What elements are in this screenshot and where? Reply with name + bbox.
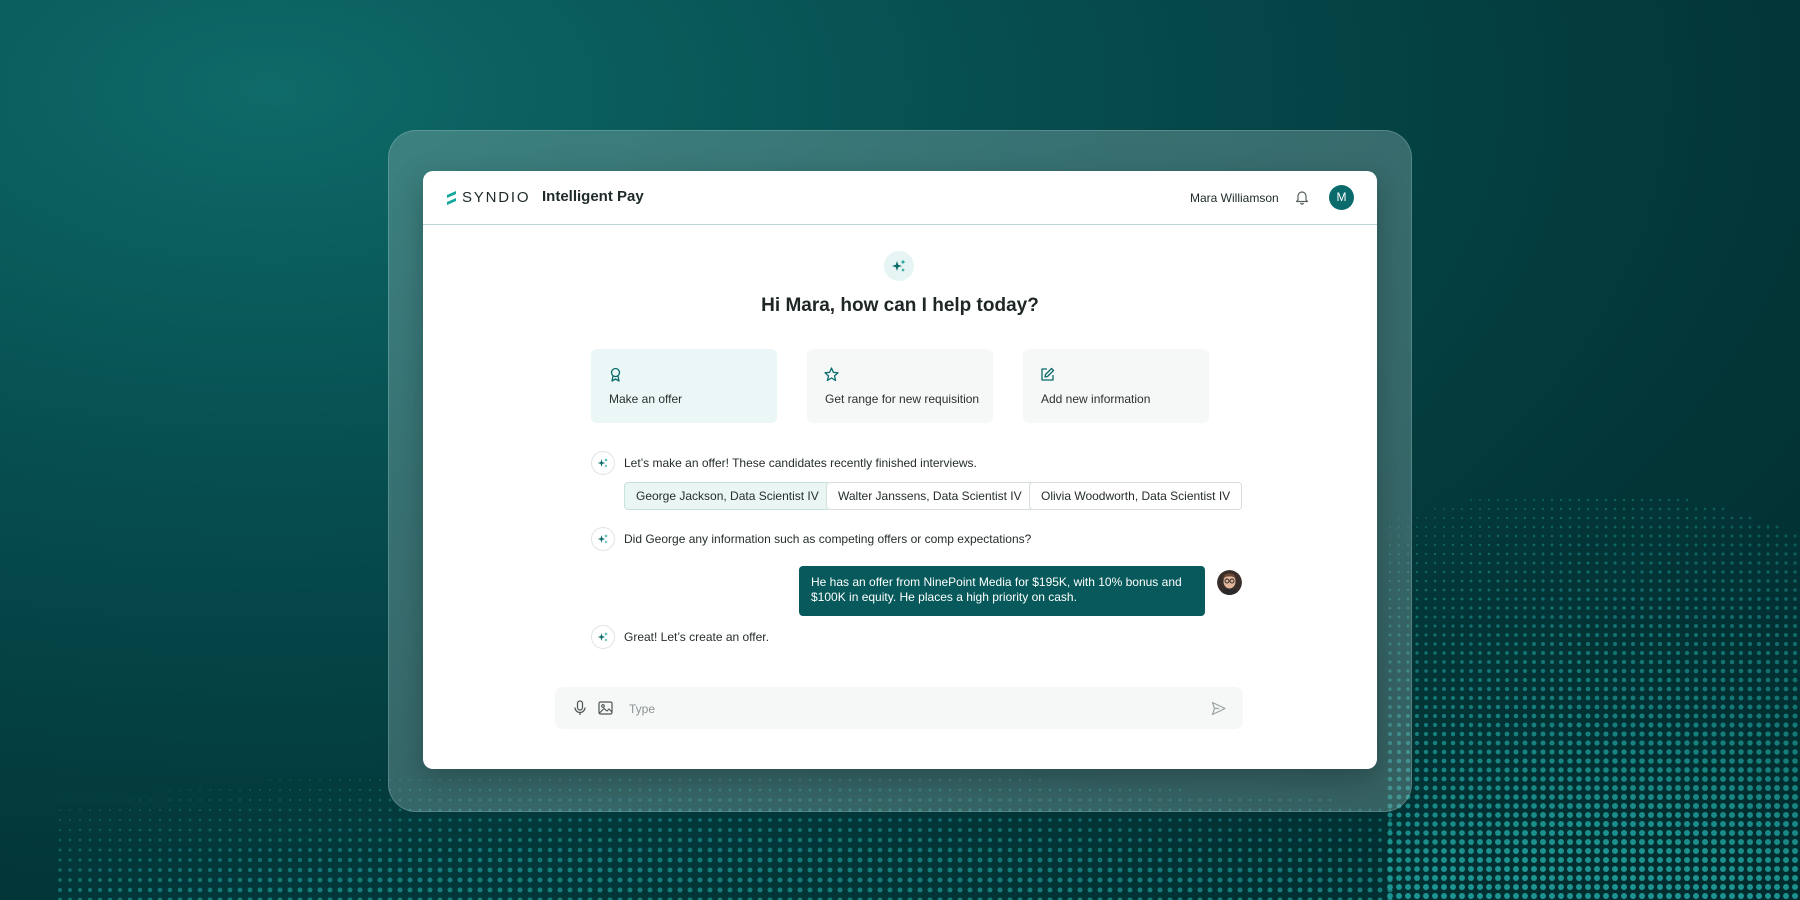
top-bar: SYNDIO Intelligent Pay Mara Williamson M: [423, 171, 1377, 225]
app-title: Intelligent Pay: [542, 188, 644, 205]
user-photo: [1217, 570, 1242, 595]
candidate-chip-george[interactable]: George Jackson, Data Scientist IV: [624, 482, 831, 510]
user-message-bubble: He has an offer from NinePoint Media for…: [799, 566, 1205, 616]
assistant-avatar: [591, 451, 615, 475]
send-icon[interactable]: [1211, 701, 1226, 716]
microphone-icon[interactable]: [573, 700, 587, 716]
app-window: SYNDIO Intelligent Pay Mara Williamson M…: [423, 171, 1377, 769]
message-composer: [555, 687, 1243, 729]
candidate-chip-olivia[interactable]: Olivia Woodworth, Data Scientist IV: [1029, 482, 1243, 510]
assistant-message: Great! Let’s create an offer.: [624, 630, 769, 644]
assistant-avatar: [591, 625, 615, 649]
quick-action-add-info[interactable]: Add new information: [1023, 349, 1209, 423]
image-icon[interactable]: [598, 701, 613, 715]
assistant-message: Did George any information such as compe…: [624, 532, 1032, 546]
quick-action-make-offer[interactable]: Make an offer: [591, 349, 777, 423]
greeting-heading: Hi Mara, how can I help today?: [761, 295, 1039, 316]
quick-action-label: Get range for new requisition: [825, 392, 980, 406]
user-photo-avatar: [1217, 570, 1242, 595]
candidate-chip-walter[interactable]: Walter Janssens, Data Scientist IV: [826, 482, 1034, 510]
sparkle-icon: [597, 632, 608, 642]
star-icon: [824, 367, 839, 382]
assistant-avatar: [591, 527, 615, 551]
quick-action-label: Make an offer: [609, 392, 683, 406]
syndio-logo-icon: [447, 190, 456, 205]
quick-action-label: Add new information: [1041, 392, 1151, 406]
syndio-logo[interactable]: SYNDIO: [446, 189, 530, 206]
message-input[interactable]: [627, 698, 1191, 720]
edit-icon: [1041, 367, 1055, 381]
assistant-message: Let’s make an offer! These candidates re…: [624, 456, 977, 470]
user-avatar-initial[interactable]: M: [1329, 185, 1354, 210]
sparkle-icon: [597, 534, 608, 544]
sparkle-icon: [892, 259, 906, 272]
bell-icon[interactable]: [1294, 189, 1310, 205]
sparkle-icon: [597, 458, 608, 468]
assistant-hero-icon: [884, 251, 914, 281]
award-icon: [610, 367, 621, 382]
logo-text: SYNDIO: [462, 189, 531, 206]
quick-action-get-range[interactable]: Get range for new requisition: [807, 349, 993, 423]
user-name[interactable]: Mara Williamson: [1190, 191, 1279, 205]
